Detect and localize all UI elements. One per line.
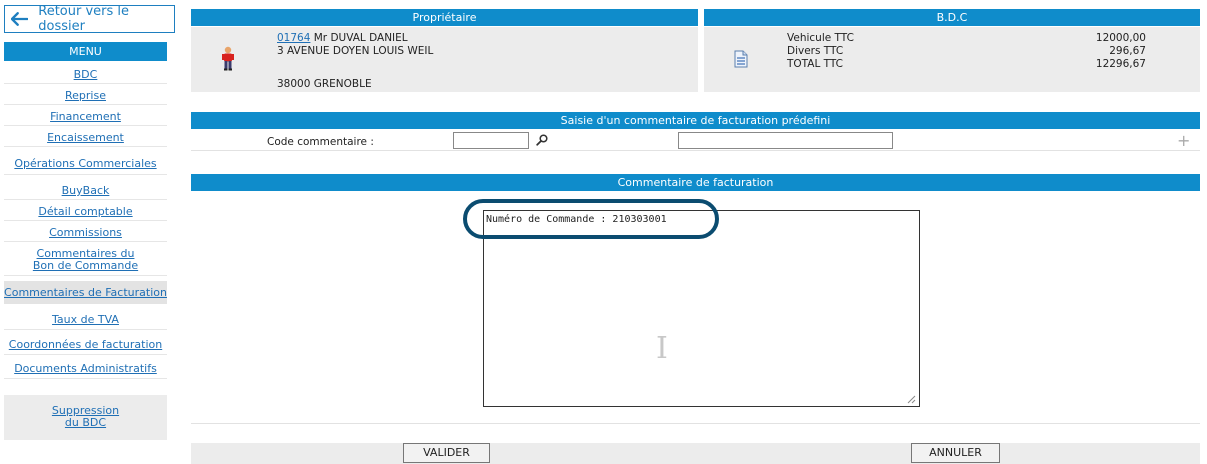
menu-item-documents-administratifs[interactable]: Documents Administratifs: [4, 358, 167, 379]
menu-item-reprise[interactable]: Reprise: [4, 86, 167, 105]
text-cursor-icon: I: [656, 331, 668, 366]
menu-item-commentaires-bdc-line2: Bon de Commande: [32, 259, 139, 272]
owner-panel: [191, 27, 698, 92]
suppression-link-line2[interactable]: du BDC: [65, 416, 106, 429]
bdc-header: B.D.C: [704, 9, 1200, 26]
owner-city: 38000 GRENOBLE: [277, 78, 372, 90]
predefined-header: Saisie d'un commentaire de facturation p…: [191, 112, 1200, 129]
resize-handle-icon[interactable]: [906, 394, 916, 404]
owner-header: Propriétaire: [191, 9, 698, 26]
bdc-label-vehicule: Vehicule TTC: [787, 32, 854, 44]
validate-button[interactable]: VALIDER: [403, 443, 490, 463]
cancel-button[interactable]: ANNULER: [911, 443, 1000, 463]
arrow-left-icon: [11, 12, 29, 26]
add-icon[interactable]: +: [1177, 131, 1190, 150]
bdc-label-total: TOTAL TTC: [787, 58, 844, 70]
menu-item-commissions[interactable]: Commissions: [4, 223, 167, 242]
back-label: Retour vers le dossier: [38, 4, 130, 34]
back-to-folder-button[interactable]: Retour vers le dossier: [4, 4, 175, 34]
menu-item-commentaires-bdc[interactable]: Commentaires du Bon de Commande: [4, 245, 167, 276]
search-icon[interactable]: [536, 134, 548, 146]
menu-item-coordonnees-facturation[interactable]: Coordonnées de facturation: [4, 334, 167, 355]
menu-item-commentaires-facturation[interactable]: Commentaires de Facturation: [4, 281, 167, 304]
menu-item-bdc[interactable]: BDC: [4, 65, 167, 84]
comment-header: Commentaire de facturation: [191, 174, 1200, 191]
menu-title: MENU: [4, 42, 167, 61]
comment-text: Numéro de Commande : 210303001: [486, 214, 667, 225]
bdc-value-divers: 296,67: [1109, 45, 1146, 57]
person-icon: [222, 46, 234, 71]
menu-item-detail-comptable[interactable]: Détail comptable: [4, 202, 167, 221]
code-input[interactable]: [453, 132, 529, 149]
owner-name: Mr DUVAL DANIEL: [313, 32, 408, 44]
owner-line: 01764 Mr DUVAL DANIEL: [277, 32, 408, 44]
menu-item-taux-tva[interactable]: Taux de TVA: [4, 309, 167, 330]
bdc-label-divers: Divers TTC: [787, 45, 844, 57]
menu-item-financement[interactable]: Financement: [4, 107, 167, 126]
owner-address: 3 AVENUE DOYEN LOUIS WEIL: [277, 45, 434, 57]
bdc-value-vehicule: 12000,00: [1095, 32, 1146, 44]
comment-description-input[interactable]: [678, 132, 893, 149]
menu-item-encaissement[interactable]: Encaissement: [4, 128, 167, 147]
bdc-value-total: 12296,67: [1095, 58, 1146, 70]
menu-item-buyback[interactable]: BuyBack: [4, 181, 167, 200]
comment-textarea[interactable]: Numéro de Commande : 210303001: [483, 210, 920, 407]
suppression-box: Suppression du BDC: [4, 395, 167, 440]
owner-number-link[interactable]: 01764: [277, 32, 310, 44]
code-label: Code commentaire :: [267, 136, 374, 148]
menu-item-operations-commerciales[interactable]: Opérations Commerciales: [4, 153, 167, 175]
document-icon: [734, 50, 748, 68]
action-bar: [191, 443, 1200, 464]
